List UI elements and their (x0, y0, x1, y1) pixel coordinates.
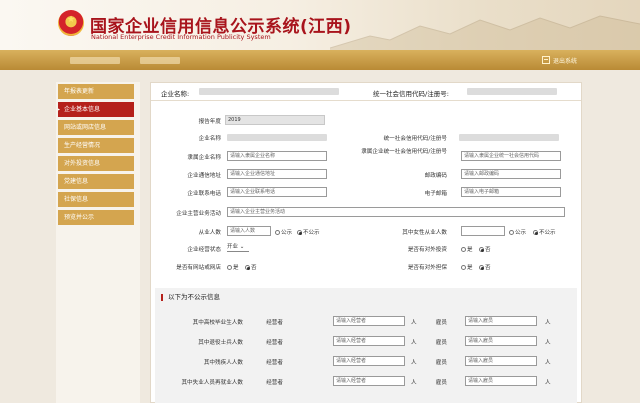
investment-yes-radio[interactable]: 是 (461, 245, 473, 253)
website-no-radio[interactable]: 否 (245, 263, 257, 271)
status-select[interactable]: 开业 ⌄ (227, 242, 249, 252)
report-year-label: 报告年度 (198, 119, 221, 125)
unit-label: 人 (545, 340, 551, 346)
disabled-employee-label: 雇员 (435, 360, 447, 366)
sidebar-item-basic-info[interactable]: 企业基本信息 (58, 102, 134, 117)
affiliate-code-label: 隶属企业统一社会信用代码/注册号 (361, 149, 447, 155)
chevron-down-icon: ⌄ (239, 244, 245, 250)
affiliate-name-label: 隶属企业名称 (187, 155, 221, 161)
main-business-input[interactable]: 请输入企业主营业务活动 (227, 207, 565, 217)
status-label: 企业经营状态 (187, 247, 221, 253)
disabled-manager-input[interactable]: 请输入经营者 (333, 356, 405, 366)
female-private-radio[interactable]: 不公示 (533, 228, 556, 236)
unit-label: 人 (411, 340, 417, 346)
affiliate-name-input[interactable]: 请输入隶属企业名称 (227, 151, 327, 161)
employees-private-radio[interactable]: 不公示 (297, 228, 320, 236)
enterprise-name-label: 企业名称: (161, 90, 190, 98)
reemployed-employee-label: 雇员 (435, 380, 447, 386)
veterans-employee-input[interactable]: 请输入雇员 (465, 336, 537, 346)
non-public-section: 以下为不公示信息 其中高校毕业生人数 经营者 请输入经营者 人 雇员 请输入雇员… (155, 288, 577, 403)
phone-input[interactable]: 请输入企业联系电话 (227, 187, 327, 197)
exit-icon[interactable] (542, 56, 550, 64)
company-info-blurred (140, 57, 180, 64)
phone-label: 企业联系电话 (187, 191, 221, 197)
credit-code-blurred (459, 134, 559, 141)
main-business-label: 企业主营业务活动 (176, 211, 221, 217)
female-employees-label: 其中女性从业人数 (402, 230, 447, 236)
unit-label: 人 (411, 380, 417, 386)
guarantee-yes-radio[interactable]: 是 (461, 263, 473, 271)
enterprise-name-blurred (199, 88, 339, 95)
sidebar-item-party[interactable]: 党建信息 (58, 174, 134, 189)
graduates-employee-input[interactable]: 请输入雇员 (465, 316, 537, 326)
section-title: 以下为不公示信息 (161, 294, 220, 301)
graduates-label: 其中高校毕业生人数 (192, 320, 243, 326)
unit-label: 人 (545, 360, 551, 366)
employees-input[interactable]: 请输入人数 (227, 226, 271, 236)
sidebar-item-website[interactable]: 网站或网店信息 (58, 120, 134, 135)
credit-code-label: 统一社会信用代码/注册号 (383, 136, 447, 142)
address-label: 企业通信地址 (187, 173, 221, 179)
sidebar-item-annual-update[interactable]: 年报表更新 (58, 84, 134, 99)
employees-label: 从业人数 (198, 230, 221, 236)
veterans-label: 其中退役士兵人数 (198, 340, 243, 346)
employees-public-radio[interactable]: 公示 (275, 228, 292, 236)
unit-label: 人 (411, 360, 417, 366)
female-public-radio[interactable]: 公示 (509, 228, 526, 236)
email-input[interactable]: 请输入电子邮箱 (461, 187, 561, 197)
top-nav-bar: 退出系统 (0, 50, 640, 70)
report-year-field: 2019 (225, 115, 325, 125)
investment-label: 是否有对外投资 (407, 247, 447, 253)
address-input[interactable]: 请输入企业通信地址 (227, 169, 327, 179)
female-employees-input[interactable] (461, 226, 505, 236)
graduates-manager-label: 经营者 (266, 320, 283, 326)
reemployed-label: 其中失业人员再就业人数 (181, 380, 243, 386)
sidebar-item-operations[interactable]: 生产经营情况 (58, 138, 134, 153)
main-panel: 企业名称: 统一社会信用代码/注册号: 报告年度 2019 企业名称 统一社会信… (150, 82, 582, 403)
enterprise-code-blurred (467, 88, 557, 95)
logout-link[interactable]: 退出系统 (553, 56, 577, 65)
enterprise-header: 企业名称: 统一社会信用代码/注册号: (151, 83, 581, 101)
email-label: 电子邮箱 (424, 191, 447, 197)
company-name-blurred (227, 134, 327, 141)
reemployed-employee-input[interactable]: 请输入雇员 (465, 376, 537, 386)
sidebar: 年报表更新 企业基本信息 网站或网店信息 生产经营情况 对外投资信息 党建信息 … (56, 82, 140, 403)
unit-label: 人 (545, 320, 551, 326)
guarantee-label: 是否有对外担保 (407, 265, 447, 271)
investment-no-radio[interactable]: 否 (479, 245, 491, 253)
graduates-manager-input[interactable]: 请输入经营者 (333, 316, 405, 326)
postcode-label: 邮政编码 (424, 173, 447, 179)
company-name-label: 企业名称 (198, 136, 221, 142)
disabled-employee-input[interactable]: 请输入雇员 (465, 356, 537, 366)
reemployed-manager-label: 经营者 (266, 380, 283, 386)
site-subtitle: National Enterprise Credit Information P… (91, 33, 271, 41)
affiliate-code-input[interactable]: 请输入隶属企业统一社会信用代码 (461, 151, 561, 161)
veterans-manager-input[interactable]: 请输入经营者 (333, 336, 405, 346)
national-emblem-icon: ★ (58, 10, 84, 36)
enterprise-code-label: 统一社会信用代码/注册号: (373, 90, 449, 98)
user-info-blurred (70, 57, 120, 64)
sidebar-item-investment[interactable]: 对外投资信息 (58, 156, 134, 171)
unit-label: 人 (545, 380, 551, 386)
veterans-employee-label: 雇员 (435, 340, 447, 346)
graduates-employee-label: 雇员 (435, 320, 447, 326)
sidebar-item-social-security[interactable]: 社保信息 (58, 192, 134, 207)
reemployed-manager-input[interactable]: 请输入经营者 (333, 376, 405, 386)
disabled-label: 其中残疾人人数 (203, 360, 243, 366)
unit-label: 人 (411, 320, 417, 326)
veterans-manager-label: 经营者 (266, 340, 283, 346)
website-label: 是否有网站或网店 (176, 265, 221, 271)
site-header: ★ 国家企业信用信息公示系统(江西) National Enterprise C… (0, 0, 640, 50)
postcode-input[interactable]: 请输入邮政编码 (461, 169, 561, 179)
website-yes-radio[interactable]: 是 (227, 263, 239, 271)
great-wall-decoration (330, 15, 640, 50)
disabled-manager-label: 经营者 (266, 360, 283, 366)
guarantee-no-radio[interactable]: 否 (479, 263, 491, 271)
sidebar-item-preview[interactable]: 预览并公示 (58, 210, 134, 225)
